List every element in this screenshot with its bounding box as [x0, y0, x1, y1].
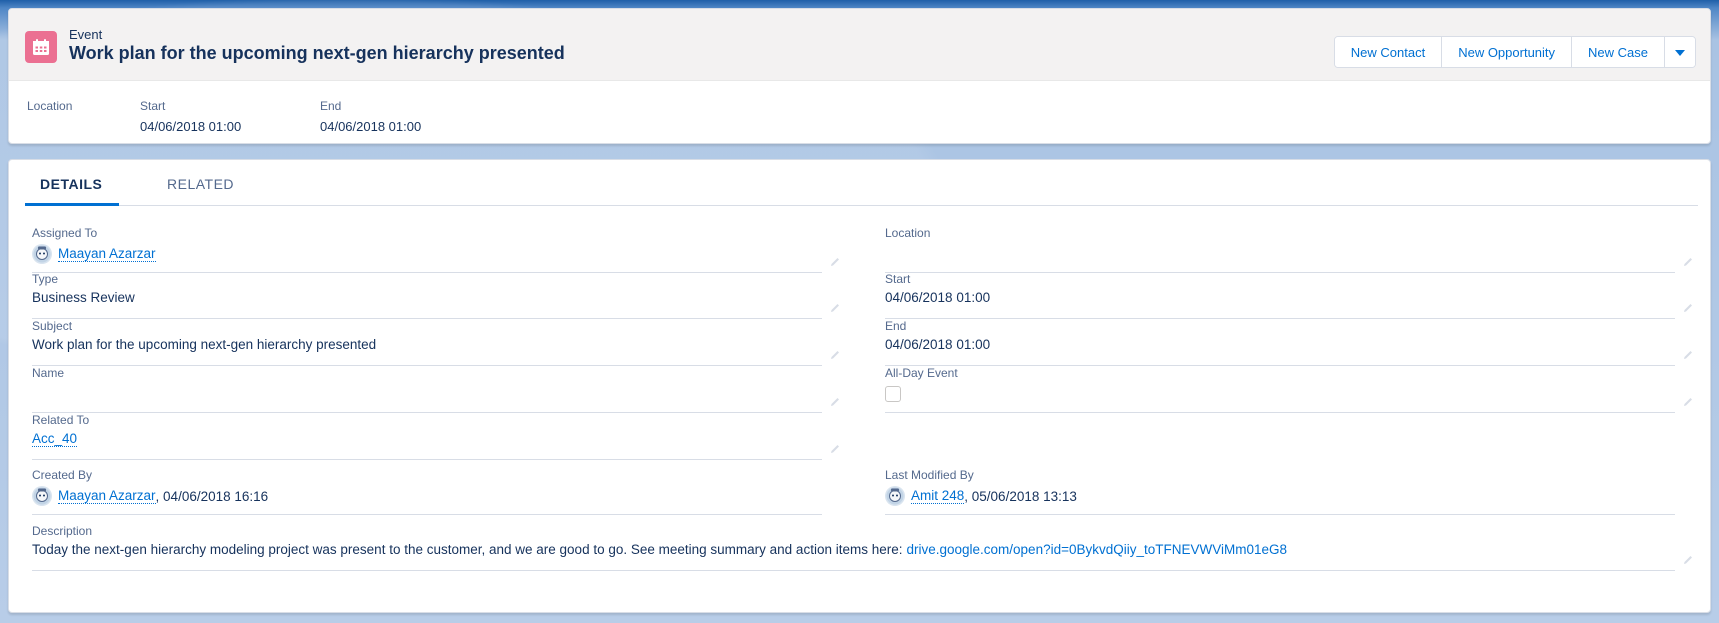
subject-value: Work plan for the upcoming next-gen hier…	[32, 337, 377, 352]
chevron-down-icon	[1674, 45, 1686, 60]
tab-bar: DETAILS RELATED	[25, 160, 1698, 206]
highlight-location: Location	[27, 99, 73, 113]
highlights-panel: Location Start 04/06/2018 01:00 End 04/0…	[9, 81, 1710, 143]
user-avatar-icon	[885, 486, 905, 506]
tab-details[interactable]: DETAILS	[25, 176, 119, 206]
field-created-by: Created By Maayan Azarzar , 04/06/2018 1…	[32, 468, 852, 515]
last-modified-date: , 05/06/2018 13:13	[964, 488, 1077, 504]
all-day-event-checkbox[interactable]	[885, 386, 901, 402]
new-case-button[interactable]: New Case	[1572, 37, 1665, 67]
edit-pencil-icon[interactable]	[829, 442, 841, 454]
field-name: Name	[32, 366, 852, 413]
created-by-user-link[interactable]: Maayan Azarzar	[58, 488, 156, 504]
highlight-end: End 04/06/2018 01:00	[320, 99, 422, 134]
object-type-label: Event	[69, 27, 103, 42]
related-to-link[interactable]: Acc_40	[32, 431, 78, 447]
created-date: , 04/06/2018 16:16	[155, 488, 269, 504]
field-all-day-event: All-Day Event	[885, 366, 1705, 413]
more-actions-button[interactable]	[1665, 37, 1695, 67]
description-drive-link[interactable]: drive.google.com/open?id=0BykvdQiiy_toTF…	[906, 542, 1287, 557]
assigned-to-user-link[interactable]: Maayan Azarzar	[58, 246, 156, 262]
action-button-group: New Contact New Opportunity New Case	[1333, 36, 1696, 68]
field-description: Description Today the next-gen hierarchy…	[32, 524, 1706, 571]
edit-pencil-icon[interactable]	[829, 348, 841, 360]
field-last-modified-by: Last Modified By Amit 248 , 05/06/2018 1…	[885, 468, 1705, 515]
header-top: Event Work plan for the upcoming next-ge…	[9, 9, 1710, 81]
record-header: Event Work plan for the upcoming next-ge…	[8, 8, 1711, 144]
record-details-card: DETAILS RELATED Assigned To Maayan Azarz…	[8, 159, 1711, 613]
event-calendar-icon	[25, 31, 57, 63]
field-type: Type Business Review	[32, 272, 852, 319]
new-contact-button[interactable]: New Contact	[1334, 37, 1443, 67]
type-value: Business Review	[32, 290, 135, 305]
description-text: Today the next-gen hierarchy modeling pr…	[32, 542, 903, 557]
edit-pencil-icon[interactable]	[1682, 348, 1694, 360]
edit-pencil-icon[interactable]	[1682, 553, 1694, 565]
tab-related[interactable]: RELATED	[167, 176, 234, 206]
field-start: Start 04/06/2018 01:00	[885, 272, 1705, 319]
field-location: Location	[885, 226, 1705, 273]
user-avatar-icon	[32, 244, 52, 264]
highlight-start: Start 04/06/2018 01:00	[140, 99, 242, 134]
edit-pencil-icon[interactable]	[1682, 301, 1694, 313]
new-opportunity-button[interactable]: New Opportunity	[1442, 37, 1573, 67]
field-related-to: Related To Acc_40	[32, 413, 852, 460]
edit-pencil-icon[interactable]	[1682, 255, 1694, 267]
record-title: Work plan for the upcoming next-gen hier…	[69, 43, 565, 63]
end-value: 04/06/2018 01:00	[885, 337, 991, 352]
last-modified-by-user-link[interactable]: Amit 248	[911, 488, 965, 504]
field-assigned-to: Assigned To Maayan Azarzar	[32, 226, 852, 273]
edit-pencil-icon[interactable]	[829, 395, 841, 407]
edit-pencil-icon[interactable]	[1682, 395, 1694, 407]
field-subject: Subject Work plan for the upcoming next-…	[32, 319, 852, 366]
field-end: End 04/06/2018 01:00	[885, 319, 1705, 366]
edit-pencil-icon[interactable]	[829, 301, 841, 313]
edit-pencil-icon[interactable]	[829, 255, 841, 267]
user-avatar-icon	[32, 486, 52, 506]
start-value: 04/06/2018 01:00	[885, 290, 991, 305]
